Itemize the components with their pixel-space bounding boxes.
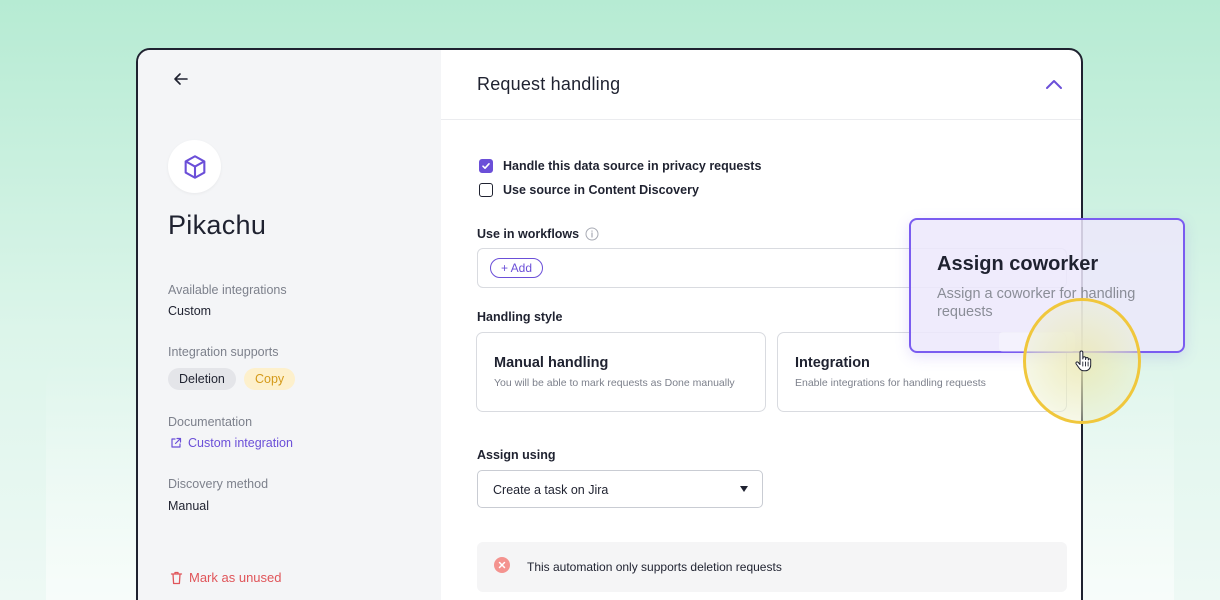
discovery-method-value: Manual xyxy=(168,499,209,513)
popover-title: Assign coworker xyxy=(937,253,1099,275)
source-name: Pikachu xyxy=(168,210,267,240)
section-header: Request handling xyxy=(441,50,1081,120)
discovery-method-label: Discovery method xyxy=(168,477,269,491)
integration-description: Enable integrations for handling request… xyxy=(795,377,986,389)
assign-using-value: Create a task on Jira xyxy=(493,483,609,497)
deletion-chip: Deletion xyxy=(168,368,236,390)
add-workflow-button[interactable]: + Add xyxy=(490,258,544,278)
cube-icon xyxy=(184,154,205,179)
deletion-notice: This automation only supports deletion r… xyxy=(477,542,1067,592)
section-title: Request handling xyxy=(477,74,621,94)
content-discovery-label: Use source in Content Discovery xyxy=(503,183,699,197)
hand-cursor-icon xyxy=(1074,350,1092,372)
manual-handling-option[interactable]: Manual handling You will be able to mark… xyxy=(476,332,766,412)
privacy-requests-checkbox[interactable] xyxy=(479,159,493,173)
info-icon[interactable] xyxy=(585,227,599,241)
integration-title: Integration xyxy=(795,355,870,371)
back-arrow-icon[interactable] xyxy=(170,68,192,90)
external-link-icon xyxy=(171,437,182,448)
integration-supports-label: Integration supports xyxy=(168,345,279,359)
manual-handling-title: Manual handling xyxy=(494,355,609,371)
sidebar: Pikachu Available integrations Custom In… xyxy=(138,50,441,600)
documentation-label: Documentation xyxy=(168,415,253,429)
documentation-link[interactable]: Custom integration xyxy=(170,436,293,450)
trash-icon xyxy=(170,571,183,584)
copy-chip: Copy xyxy=(244,368,296,390)
check-icon xyxy=(482,163,490,169)
available-integrations-value: Custom xyxy=(168,304,212,318)
caret-down-icon xyxy=(740,486,748,492)
available-integrations-label: Available integrations xyxy=(168,283,287,297)
mark-unused-label: Mark as unused xyxy=(189,570,282,585)
assign-using-select[interactable]: Create a task on Jira xyxy=(477,470,763,508)
privacy-requests-option: Handle this data source in privacy reque… xyxy=(479,159,761,173)
mark-unused-button[interactable]: Mark as unused xyxy=(170,570,282,585)
handling-style-label: Handling style xyxy=(477,310,563,324)
notice-message: This automation only supports deletion r… xyxy=(527,560,782,574)
chevron-up-icon[interactable] xyxy=(1043,74,1065,96)
documentation-link-label: Custom integration xyxy=(188,436,293,450)
manual-handling-description: You will be able to mark requests as Don… xyxy=(494,377,735,389)
workflows-label: Use in workflows xyxy=(477,227,580,241)
source-avatar xyxy=(168,140,221,193)
content-discovery-option: Use source in Content Discovery xyxy=(479,183,699,197)
workflows-label-row: Use in workflows xyxy=(477,227,599,241)
assign-using-label: Assign using xyxy=(477,448,556,462)
error-icon xyxy=(494,557,510,573)
privacy-requests-label: Handle this data source in privacy reque… xyxy=(503,159,762,173)
content-discovery-checkbox[interactable] xyxy=(479,183,493,197)
